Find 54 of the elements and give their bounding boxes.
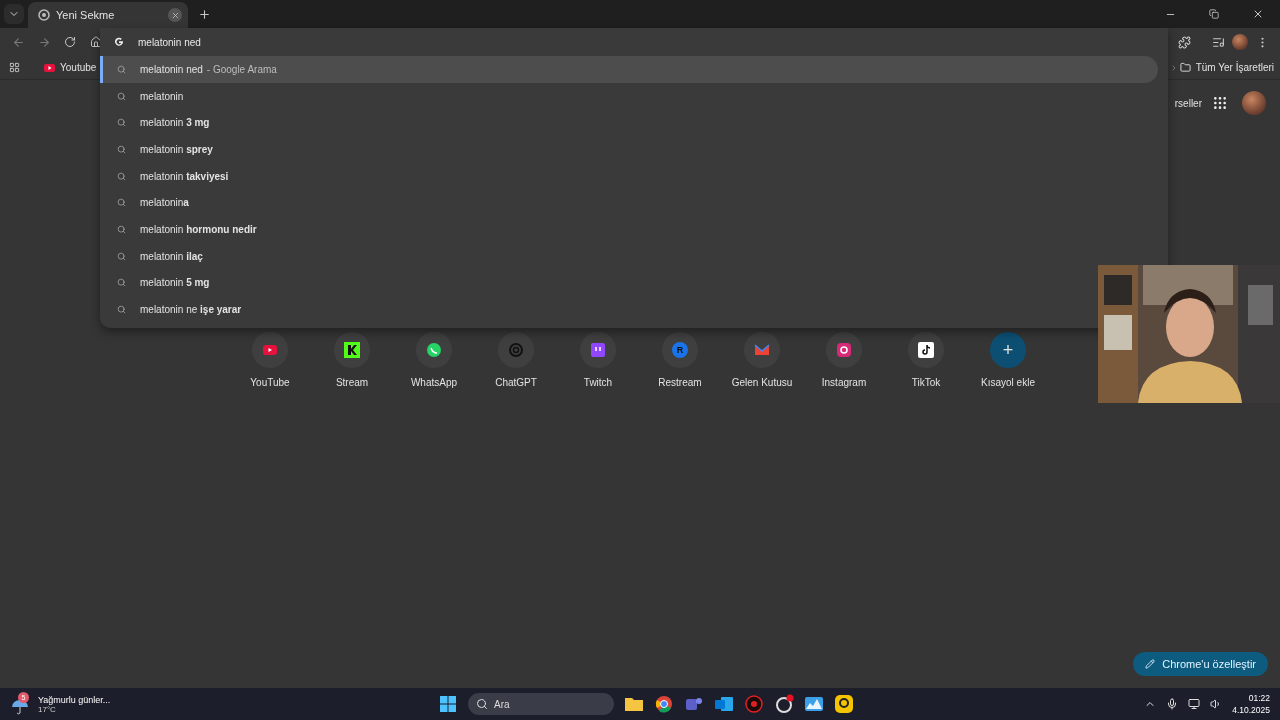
suggestion-text: melatonin sprey <box>140 143 213 155</box>
suggestion-text: melatonina <box>140 197 189 209</box>
shortcut-tile[interactable]: Gelen Kutusu <box>721 332 803 388</box>
suggestion-text: melatonin 5 mg <box>140 277 210 289</box>
shortcut-tile[interactable]: TikTok <box>885 332 967 388</box>
suggestion-item[interactable]: melatonina <box>100 189 1096 217</box>
shortcut-tile[interactable]: R Restream <box>639 332 721 388</box>
suggestion-item[interactable]: melatonin ilaç <box>100 242 1096 270</box>
suggestion-item[interactable]: melatonin takviyesi <box>100 162 1096 190</box>
weather-title: Yağmurlu günler... <box>38 694 111 705</box>
suggestion-text: melatonin takviyesi <box>140 170 229 182</box>
shortcut-label: Twitch <box>583 377 613 388</box>
shortcut-label: Gelen Kutusu <box>731 377 793 388</box>
clock[interactable]: 01:22 4.10.2025 <box>1232 693 1270 715</box>
add-shortcut-tile[interactable]: + Kısayol ekle <box>967 332 1049 388</box>
shortcut-label: Stream <box>335 377 369 388</box>
shortcut-label: Restream <box>658 377 702 388</box>
customize-chrome-button[interactable]: Chrome'u özelleştir <box>1133 652 1268 676</box>
suggestion-source: - Google Arama <box>206 63 277 75</box>
shortcut-tile[interactable]: Instagram <box>803 332 885 388</box>
shortcut-tile[interactable]: Stream <box>311 332 393 388</box>
suggestion-item[interactable]: melatonin <box>100 82 1096 110</box>
suggestion-item[interactable]: melatonin sprey <box>100 136 1096 163</box>
suggestion-text: melatonin ned <box>140 63 203 75</box>
shortcut-label: Kısayol ekle <box>981 377 1035 388</box>
suggestion-text: melatonin ilaç <box>140 250 203 262</box>
shortcut-label: YouTube <box>250 377 290 388</box>
temperature: 17°C <box>38 704 56 714</box>
suggestion-item[interactable]: melatonin 5 mg <box>100 269 1096 297</box>
suggestion-item[interactable]: melatonin hormonu nedir <box>100 216 1096 243</box>
tab-title: Yeni Sekme <box>56 9 116 21</box>
shortcut-label: ChatGPT <box>495 377 537 388</box>
letter-icon: R <box>672 342 688 358</box>
suggestion-text: melatonin 3 mg <box>140 117 210 129</box>
suggestion-text: melatonin ne işe yarar <box>140 304 242 316</box>
plus-sign: + <box>1002 339 1014 361</box>
shortcut-tile[interactable]: YouTube <box>229 332 311 388</box>
suggestion-item[interactable]: melatonin ned - Google Arama <box>100 56 1158 83</box>
suggestion-text: melatonin <box>140 90 184 102</box>
shortcut-tile[interactable]: Twitch <box>557 332 639 388</box>
suggestion-text: melatonin hormonu nedir <box>140 223 257 235</box>
address-field[interactable]: melatonin ned <box>138 36 538 48</box>
browser-tab[interactable]: Yeni Sekme <box>28 2 188 28</box>
shortcut-label: WhatsApp <box>410 377 458 388</box>
shortcut-tile[interactable]: ChatGPT <box>475 332 557 388</box>
images-link[interactable]: rseller <box>1174 97 1202 109</box>
bookmark-link[interactable]: Youtube <box>44 62 97 73</box>
shortcut-label: Instagram <box>821 377 867 388</box>
suggestion-item[interactable]: melatonin ne işe yarar <box>100 296 1096 323</box>
suggestion-item[interactable]: melatonin 3 mg <box>100 109 1096 137</box>
shortcut-label: TikTok <box>911 377 941 388</box>
shortcut-tile[interactable]: WhatsApp <box>393 332 475 388</box>
all-bookmarks-link[interactable]: Tüm Yer İşaretleri <box>1179 62 1274 73</box>
taskbar-search-field[interactable]: Ara <box>468 693 614 715</box>
